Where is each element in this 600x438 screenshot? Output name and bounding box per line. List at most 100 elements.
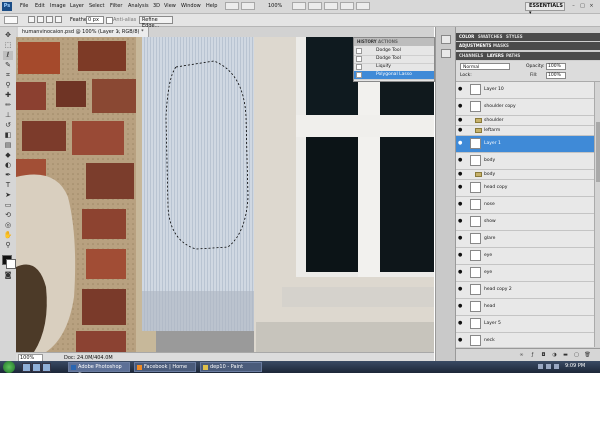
zoom-level-menu[interactable]: 100% — [268, 3, 282, 9]
path-selection-tool-icon[interactable]: ➤ — [3, 191, 13, 200]
visibility-eye-icon[interactable]: ● — [458, 104, 463, 109]
gradient-tool-icon[interactable]: ▤ — [3, 141, 13, 150]
history-brush-tool-icon[interactable]: ↺ — [3, 121, 13, 130]
visibility-eye-icon[interactable]: ● — [458, 338, 463, 343]
layer-row[interactable]: ● eye — [456, 248, 594, 265]
menu-layer[interactable]: Layer — [70, 3, 84, 9]
new-selection-icon[interactable] — [28, 16, 35, 23]
visibility-eye-icon[interactable]: ● — [458, 236, 463, 241]
layer-row[interactable]: ● show — [456, 214, 594, 231]
menu-help[interactable]: Help — [206, 3, 217, 9]
layer-row[interactable]: ● Layer 10 — [456, 82, 594, 99]
task-paint[interactable]: dep10 - Paint — [200, 362, 262, 372]
pen-tool-icon[interactable]: ✒ — [3, 171, 13, 180]
image-canvas[interactable] — [16, 37, 434, 352]
workspace-switcher[interactable]: ESSENTIALS ▾ — [525, 2, 565, 16]
visibility-eye-icon[interactable]: ● — [458, 304, 463, 309]
quick-selection-tool-icon[interactable]: ✎ — [3, 61, 13, 70]
network-icon[interactable] — [538, 364, 543, 369]
menu-view[interactable]: View — [164, 3, 176, 9]
tab-history[interactable]: HISTORY — [357, 39, 377, 44]
intersect-selection-icon[interactable] — [55, 16, 62, 23]
task-facebook[interactable]: Facebook | Home -... — [134, 362, 196, 378]
eyedropper-tool-icon[interactable]: ⚲ — [3, 81, 13, 90]
dodge-tool-icon[interactable]: ◐ — [3, 161, 13, 170]
bridge-button[interactable] — [225, 2, 239, 10]
opacity-input[interactable]: 100% — [546, 63, 566, 70]
layer-row[interactable]: ● head copy 2 — [456, 282, 594, 299]
lasso-tool-icon[interactable]: ℓ — [3, 51, 13, 60]
visibility-eye-icon[interactable]: ● — [458, 321, 463, 326]
subtract-selection-icon[interactable] — [46, 16, 53, 23]
screen-mode-button[interactable] — [356, 2, 370, 10]
menu-3d[interactable]: 3D — [153, 3, 160, 9]
tab-channels[interactable]: CHANNELS — [459, 53, 483, 58]
eraser-tool-icon[interactable]: ◧ — [3, 131, 13, 140]
tab-adjustments[interactable]: ADJUSTMENTS — [459, 43, 491, 48]
move-tool-icon[interactable]: ✥ — [3, 31, 13, 40]
layer-row[interactable]: ● body — [456, 153, 594, 170]
tab-color[interactable]: COLOR — [459, 34, 474, 39]
show-desktop-icon[interactable] — [22, 363, 31, 372]
crop-tool-icon[interactable]: ⌗ — [3, 71, 13, 80]
clone-stamp-tool-icon[interactable]: ⊥ — [3, 111, 13, 120]
quick-mask-icon[interactable]: ◙ — [3, 271, 13, 280]
tab-paths[interactable]: PATHS — [506, 53, 520, 58]
document-tab[interactable]: humanvinocaion.psd @ 100% (Layer 1, RGB/… — [18, 27, 149, 37]
task-photoshop[interactable]: Adobe Photoshop C... — [68, 362, 130, 378]
layer-group-row[interactable]: ● leftarm — [456, 126, 594, 136]
blur-tool-icon[interactable]: ◆ — [3, 151, 13, 160]
start-button[interactable] — [3, 361, 15, 373]
minimize-icon[interactable]: – — [570, 3, 577, 9]
shape-tool-icon[interactable]: ▭ — [3, 201, 13, 210]
hand-tool-button[interactable] — [292, 2, 306, 10]
visibility-eye-icon[interactable]: ● — [458, 158, 463, 163]
tray-icon[interactable] — [554, 364, 559, 369]
arrange-documents-button[interactable] — [340, 2, 354, 10]
history-item-current[interactable]: Polygonal Lasso — [354, 71, 434, 80]
blend-mode-select[interactable]: Normal — [460, 63, 510, 70]
volume-icon[interactable] — [546, 364, 551, 369]
actions-panel-icon[interactable] — [441, 49, 451, 58]
type-tool-icon[interactable]: T — [3, 181, 13, 190]
tool-preset-picker[interactable] — [4, 16, 18, 24]
menu-select[interactable]: Select — [89, 3, 104, 9]
media-icon[interactable] — [42, 363, 51, 372]
new-group-icon[interactable]: ▬ — [562, 352, 569, 359]
tab-swatches[interactable]: SWATCHES — [478, 34, 503, 39]
layer-row[interactable]: ● glare — [456, 231, 594, 248]
menu-image[interactable]: Image — [50, 3, 66, 9]
new-layer-icon[interactable]: ▢ — [573, 352, 580, 359]
layer-row[interactable]: ● neck — [456, 333, 594, 347]
layer-row[interactable]: ● eye — [456, 265, 594, 282]
scrollbar-thumb[interactable] — [596, 122, 600, 182]
link-layers-icon[interactable]: ∞ — [518, 352, 525, 359]
clock[interactable]: 9:09 PM — [565, 363, 585, 369]
adjustment-layer-icon[interactable]: ◑ — [551, 352, 558, 359]
layer-row[interactable]: ● Layer 5 — [456, 316, 594, 333]
trash-icon[interactable]: 🗑 — [584, 352, 591, 359]
background-color-swatch[interactable] — [6, 259, 16, 269]
zoom-tool-button[interactable] — [308, 2, 322, 10]
feather-input[interactable]: 0 px — [86, 16, 104, 24]
menu-edit[interactable]: Edit — [35, 3, 45, 9]
layer-style-icon[interactable]: ƒ — [529, 352, 536, 359]
layer-group-row[interactable]: ● body — [456, 170, 594, 180]
tab-actions[interactable]: ACTIONS — [378, 39, 398, 44]
3d-orbit-tool-icon[interactable]: ◎ — [3, 221, 13, 230]
menu-analysis[interactable]: Analysis — [128, 3, 149, 9]
tab-masks[interactable]: MASKS — [493, 43, 509, 48]
close-icon[interactable]: × — [588, 3, 595, 9]
add-selection-icon[interactable] — [37, 16, 44, 23]
visibility-eye-icon[interactable]: ● — [458, 128, 463, 133]
maximize-icon[interactable]: □ — [579, 3, 586, 9]
visibility-eye-icon[interactable]: ● — [458, 185, 463, 190]
visibility-eye-icon[interactable]: ● — [458, 141, 463, 146]
healing-brush-tool-icon[interactable]: ✚ — [3, 91, 13, 100]
antialias-checkbox[interactable] — [106, 17, 113, 24]
visibility-eye-icon[interactable]: ● — [458, 87, 463, 92]
menu-filter[interactable]: Filter — [110, 3, 122, 9]
visibility-eye-icon[interactable]: ● — [458, 287, 463, 292]
add-mask-icon[interactable]: ◘ — [540, 352, 547, 359]
rotate-view-button[interactable] — [324, 2, 338, 10]
